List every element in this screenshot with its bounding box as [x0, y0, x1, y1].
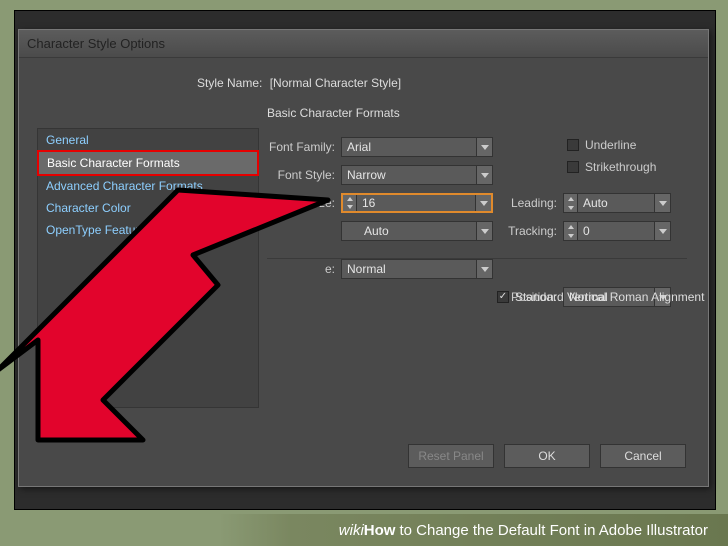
case-label-partial: e: — [267, 262, 341, 276]
standard-vertical-alignment-label: Standard Vertical Roman Alignment — [515, 290, 704, 304]
case-combo[interactable]: Normal — [341, 259, 493, 279]
caption-text: to Change the Default Font in Adobe Illu… — [399, 522, 708, 539]
strikethrough-checkbox-row[interactable]: Strikethrough — [567, 160, 717, 174]
chevron-down-icon — [476, 260, 492, 278]
underline-checkbox-row[interactable]: Underline — [567, 138, 717, 152]
form-area: Font Family: Arial Font Style: Narrow Si… — [267, 136, 688, 286]
chevron-down-icon — [476, 166, 492, 184]
chevron-down-icon — [654, 222, 670, 240]
size-combo[interactable]: 16 — [341, 193, 493, 213]
chevron-down-icon — [654, 194, 670, 212]
leading-value: Auto — [578, 196, 654, 210]
caption-bar: wikiHow to Change the Default Font in Ad… — [0, 514, 728, 546]
sidebar-item-advanced-character-formats[interactable]: Advanced Character Formats — [38, 175, 258, 197]
chevron-down-icon — [475, 195, 491, 211]
sidebar: General Basic Character Formats Advanced… — [37, 128, 259, 408]
caption-wiki: wiki — [339, 522, 364, 539]
character-style-options-dialog: Character Style Options Style Name: [Nor… — [18, 29, 709, 487]
standard-vertical-alignment-checkbox[interactable] — [497, 291, 509, 303]
font-family-value: Arial — [342, 140, 476, 154]
button-row: Reset Panel OK Cancel — [408, 444, 686, 468]
font-family-label: Font Family: — [267, 140, 341, 154]
chevron-down-icon — [476, 138, 492, 156]
font-family-combo[interactable]: Arial — [341, 137, 493, 157]
tracking-combo[interactable]: 0 — [563, 221, 671, 241]
caption-how: How — [364, 522, 396, 539]
reset-panel-button[interactable]: Reset Panel — [408, 444, 494, 468]
section-title: Basic Character Formats — [267, 106, 400, 120]
sidebar-item-character-color[interactable]: Character Color — [38, 197, 258, 219]
sidebar-item-basic-character-formats[interactable]: Basic Character Formats — [37, 150, 259, 176]
leading-stepper[interactable] — [564, 194, 578, 212]
style-name-value: [Normal Character Style] — [270, 76, 401, 90]
tracking-stepper[interactable] — [564, 222, 578, 240]
sidebar-item-opentype-features[interactable]: OpenType Features — [38, 219, 258, 241]
kerning-value: Auto — [342, 224, 476, 238]
cancel-button[interactable]: Cancel — [600, 444, 686, 468]
size-label: Size: — [267, 196, 341, 210]
style-name-row: Style Name: [Normal Character Style] — [197, 76, 401, 90]
standard-vertical-alignment-row[interactable]: Standard Vertical Roman Alignment — [497, 290, 704, 304]
tracking-label: Tracking: — [507, 224, 563, 238]
ok-button[interactable]: OK — [504, 444, 590, 468]
strikethrough-label: Strikethrough — [585, 160, 656, 174]
chevron-down-icon — [476, 222, 492, 240]
font-style-combo[interactable]: Narrow — [341, 165, 493, 185]
size-value: 16 — [357, 196, 475, 210]
font-style-value: Narrow — [342, 168, 476, 182]
underline-label: Underline — [585, 138, 636, 152]
font-style-label: Font Style: — [267, 168, 341, 182]
strikethrough-checkbox[interactable] — [567, 161, 579, 173]
leading-label: Leading: — [507, 196, 563, 210]
style-name-label: Style Name: — [197, 76, 262, 90]
dialog-titlebar[interactable]: Character Style Options — [19, 30, 708, 58]
underline-checkbox[interactable] — [567, 139, 579, 151]
leading-combo[interactable]: Auto — [563, 193, 671, 213]
case-value: Normal — [342, 262, 476, 276]
tracking-value: 0 — [578, 224, 654, 238]
kerning-combo[interactable]: Auto — [341, 221, 493, 241]
sidebar-item-general[interactable]: General — [38, 129, 258, 151]
dialog-title: Character Style Options — [27, 36, 165, 51]
size-stepper[interactable] — [343, 195, 357, 211]
